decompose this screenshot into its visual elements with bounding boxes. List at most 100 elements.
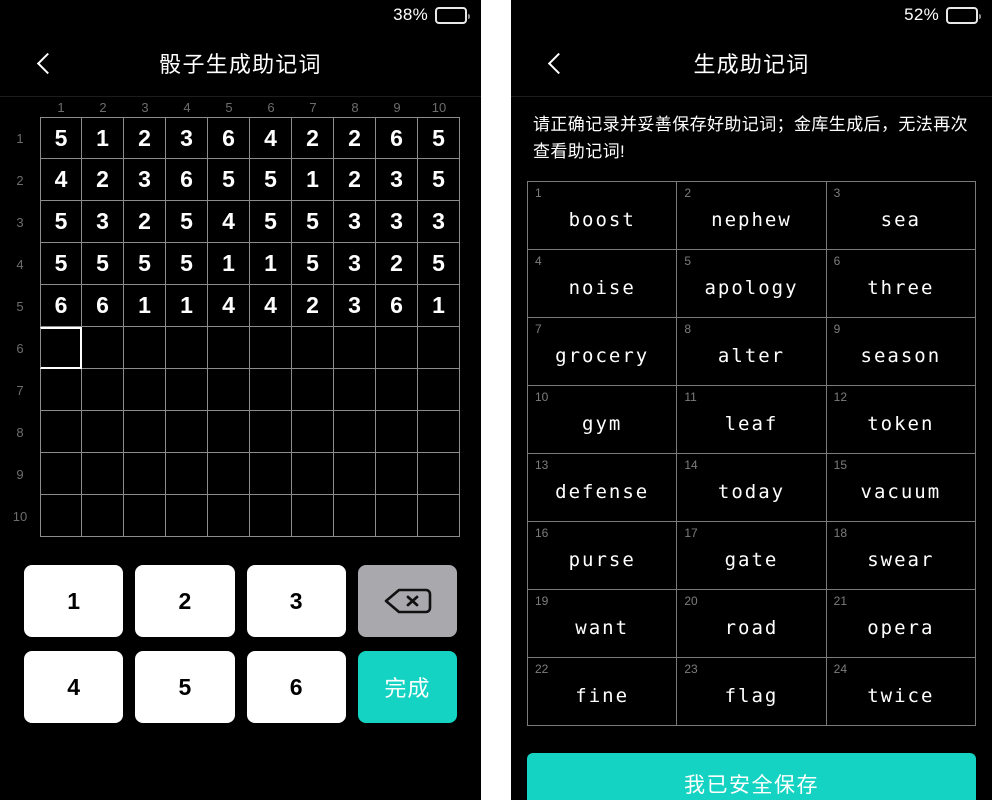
dice-cell[interactable] bbox=[376, 495, 418, 537]
dice-cell[interactable] bbox=[250, 453, 292, 495]
dice-cell[interactable] bbox=[250, 411, 292, 453]
dice-cell[interactable]: 4 bbox=[250, 285, 292, 327]
dice-cell[interactable]: 5 bbox=[292, 201, 334, 243]
key-4[interactable]: 4 bbox=[24, 651, 124, 723]
dice-cell[interactable] bbox=[40, 495, 82, 537]
dice-cell[interactable]: 2 bbox=[292, 285, 334, 327]
dice-cell[interactable]: 6 bbox=[376, 117, 418, 159]
dice-cell[interactable]: 5 bbox=[166, 201, 208, 243]
dice-cell[interactable] bbox=[418, 495, 460, 537]
back-button[interactable] bbox=[28, 46, 62, 80]
key-2[interactable]: 2 bbox=[135, 565, 235, 637]
dice-cell[interactable]: 1 bbox=[418, 285, 460, 327]
dice-cell[interactable] bbox=[166, 327, 208, 369]
dice-cell[interactable]: 4 bbox=[250, 117, 292, 159]
dice-cell[interactable] bbox=[334, 495, 376, 537]
dice-cell[interactable] bbox=[376, 453, 418, 495]
dice-cell[interactable] bbox=[418, 453, 460, 495]
key-5[interactable]: 5 bbox=[135, 651, 235, 723]
dice-cell[interactable]: 6 bbox=[376, 285, 418, 327]
dice-cell[interactable]: 1 bbox=[124, 285, 166, 327]
key-3[interactable]: 3 bbox=[246, 565, 346, 637]
save-confirm-button[interactable]: 我已安全保存 bbox=[527, 753, 976, 800]
dice-cell[interactable] bbox=[40, 411, 82, 453]
dice-cell[interactable]: 5 bbox=[82, 243, 124, 285]
numeric-keypad[interactable]: 1 2 3 4 5 6 完成 bbox=[0, 565, 481, 723]
back-button[interactable] bbox=[539, 46, 573, 80]
dice-cell[interactable] bbox=[124, 411, 166, 453]
dice-cell[interactable]: 5 bbox=[124, 243, 166, 285]
dice-cell[interactable]: 5 bbox=[166, 243, 208, 285]
dice-cell[interactable]: 5 bbox=[40, 243, 82, 285]
dice-cell[interactable] bbox=[250, 495, 292, 537]
dice-cell[interactable]: 5 bbox=[208, 159, 250, 201]
dice-cell[interactable] bbox=[376, 327, 418, 369]
dice-cell[interactable] bbox=[82, 411, 124, 453]
dice-cell[interactable]: 5 bbox=[40, 201, 82, 243]
dice-cell[interactable]: 3 bbox=[82, 201, 124, 243]
dice-cell[interactable]: 2 bbox=[124, 201, 166, 243]
dice-cell[interactable] bbox=[208, 411, 250, 453]
dice-cell[interactable]: 5 bbox=[292, 243, 334, 285]
done-button[interactable]: 完成 bbox=[357, 651, 457, 723]
dice-cell[interactable] bbox=[250, 369, 292, 411]
dice-cell[interactable] bbox=[124, 495, 166, 537]
dice-cell[interactable] bbox=[40, 369, 82, 411]
dice-cell[interactable] bbox=[418, 411, 460, 453]
dice-cell[interactable] bbox=[292, 453, 334, 495]
dice-cell[interactable]: 2 bbox=[376, 243, 418, 285]
dice-cell[interactable]: 5 bbox=[40, 117, 82, 159]
dice-cell[interactable]: 5 bbox=[418, 159, 460, 201]
dice-cell[interactable]: 3 bbox=[418, 201, 460, 243]
dice-cell[interactable] bbox=[40, 453, 82, 495]
dice-cell[interactable] bbox=[124, 453, 166, 495]
dice-cell[interactable] bbox=[124, 327, 166, 369]
dice-cell[interactable]: 5 bbox=[418, 243, 460, 285]
dice-cell[interactable]: 1 bbox=[208, 243, 250, 285]
dice-cell[interactable]: 3 bbox=[334, 201, 376, 243]
dice-cell[interactable] bbox=[166, 495, 208, 537]
dice-cell[interactable] bbox=[82, 453, 124, 495]
backspace-button[interactable] bbox=[357, 565, 457, 637]
dice-cell[interactable]: 3 bbox=[334, 285, 376, 327]
dice-cell[interactable]: 2 bbox=[82, 159, 124, 201]
dice-cell[interactable]: 6 bbox=[82, 285, 124, 327]
dice-cell[interactable]: 2 bbox=[124, 117, 166, 159]
dice-cell[interactable]: 6 bbox=[40, 285, 82, 327]
dice-cell[interactable] bbox=[376, 411, 418, 453]
dice-cell[interactable]: 1 bbox=[292, 159, 334, 201]
dice-cell[interactable] bbox=[82, 327, 124, 369]
dice-cell[interactable]: 3 bbox=[124, 159, 166, 201]
dice-cell[interactable]: 3 bbox=[376, 201, 418, 243]
dice-cell[interactable]: 4 bbox=[208, 285, 250, 327]
dice-cell[interactable] bbox=[376, 369, 418, 411]
dice-cell[interactable]: 6 bbox=[166, 159, 208, 201]
dice-cell[interactable] bbox=[208, 453, 250, 495]
dice-cell[interactable]: 5 bbox=[418, 117, 460, 159]
dice-cell[interactable]: 1 bbox=[250, 243, 292, 285]
dice-cell[interactable] bbox=[418, 369, 460, 411]
dice-cell[interactable] bbox=[208, 495, 250, 537]
dice-cell[interactable] bbox=[292, 327, 334, 369]
dice-cell[interactable] bbox=[418, 327, 460, 369]
dice-cell[interactable] bbox=[166, 369, 208, 411]
dice-cell[interactable] bbox=[82, 369, 124, 411]
dice-cell[interactable]: 4 bbox=[40, 159, 82, 201]
dice-cell[interactable]: 3 bbox=[166, 117, 208, 159]
dice-cell[interactable]: 4 bbox=[208, 201, 250, 243]
dice-cell[interactable]: 1 bbox=[166, 285, 208, 327]
dice-cell[interactable] bbox=[250, 327, 292, 369]
dice-cell[interactable]: 1 bbox=[82, 117, 124, 159]
dice-cell[interactable] bbox=[292, 369, 334, 411]
key-6[interactable]: 6 bbox=[246, 651, 346, 723]
dice-cell[interactable] bbox=[124, 369, 166, 411]
dice-cell[interactable] bbox=[40, 327, 82, 369]
dice-grid[interactable]: 1512364226524236551235353254553334555511… bbox=[0, 117, 481, 537]
dice-cell[interactable] bbox=[334, 369, 376, 411]
dice-cell[interactable]: 2 bbox=[292, 117, 334, 159]
key-1[interactable]: 1 bbox=[24, 565, 124, 637]
dice-cell[interactable] bbox=[334, 453, 376, 495]
dice-cell[interactable] bbox=[292, 411, 334, 453]
dice-cell[interactable]: 5 bbox=[250, 159, 292, 201]
dice-cell[interactable] bbox=[82, 495, 124, 537]
